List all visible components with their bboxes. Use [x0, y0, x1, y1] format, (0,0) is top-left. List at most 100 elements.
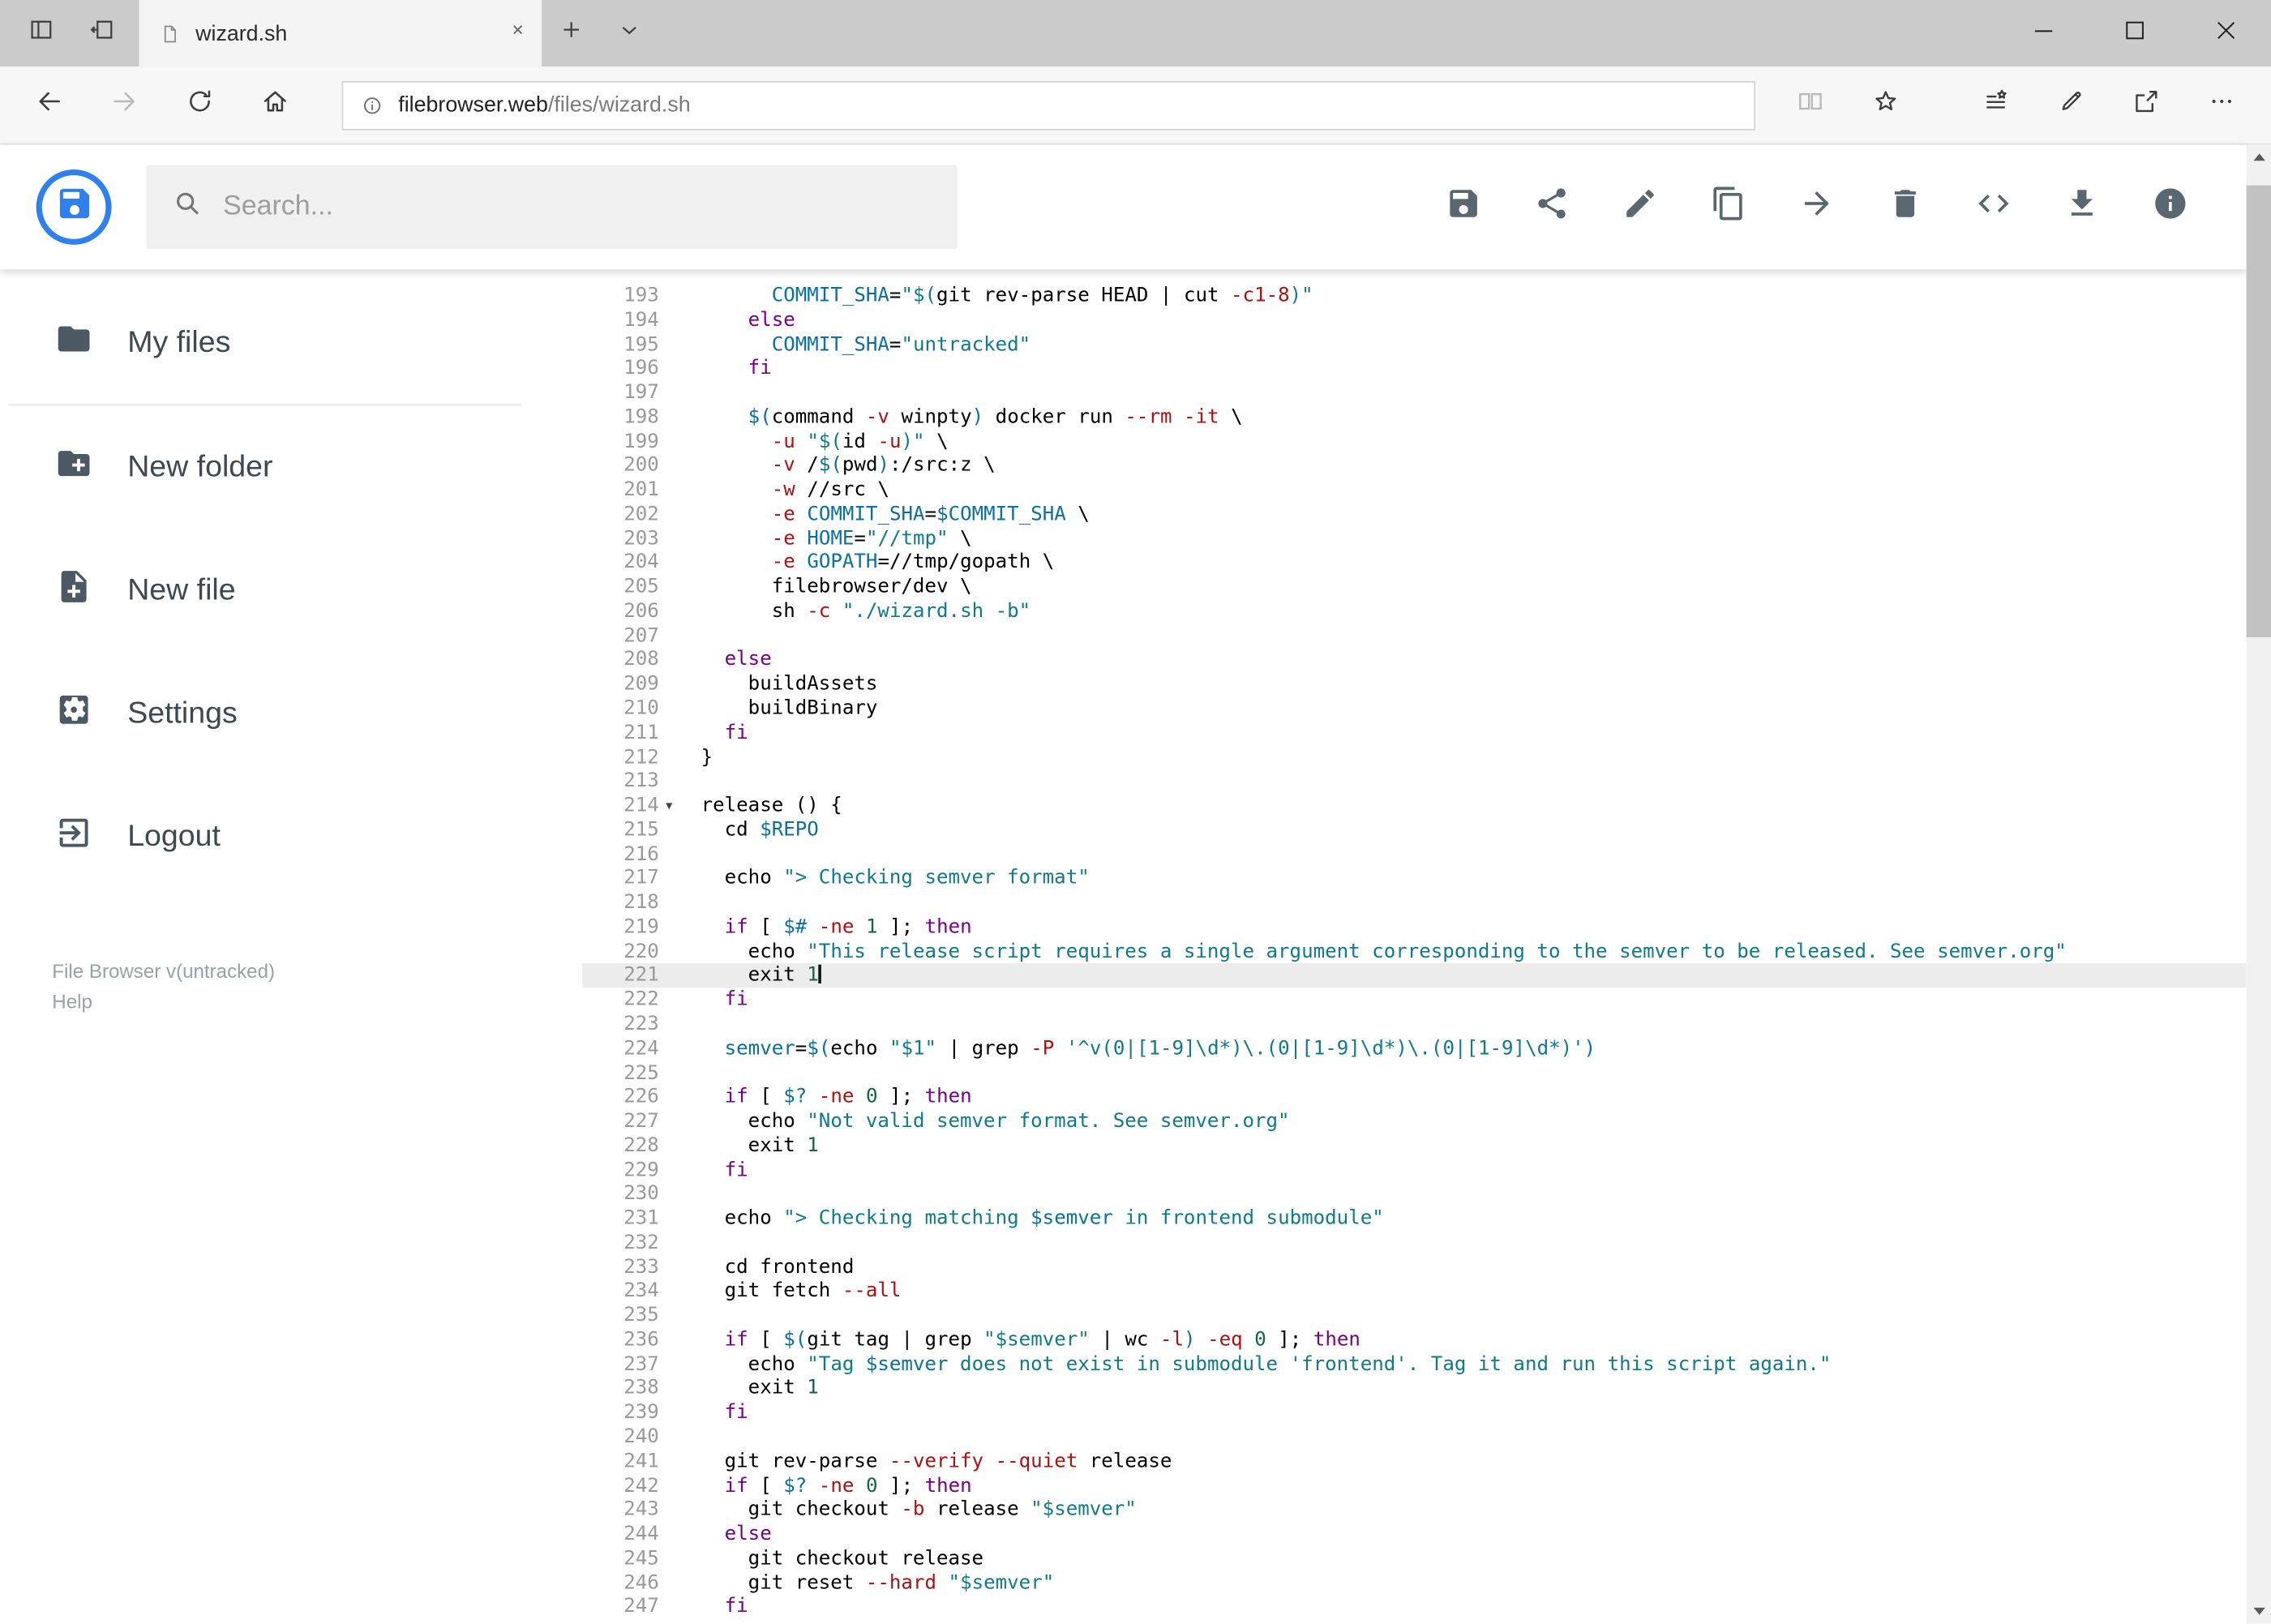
code-line[interactable]: 212} — [582, 745, 2247, 769]
code-line[interactable]: 199 -u "$(id -u)" \ — [582, 430, 2247, 454]
code-line[interactable]: 226 if [ $? -ne 0 ]; then — [582, 1085, 2247, 1109]
rename-button[interactable] — [1596, 164, 1685, 251]
sidebar-item-new-file[interactable]: New file — [0, 529, 582, 652]
help-link[interactable]: Help — [52, 987, 582, 1018]
app-logo[interactable] — [36, 169, 112, 245]
code-line[interactable]: 219 if [ $# -ne 1 ]; then — [582, 915, 2247, 940]
delete-button[interactable] — [1861, 164, 1949, 251]
code-line[interactable]: 214 ▾ release () { — [582, 794, 2247, 818]
refresh-button[interactable] — [162, 66, 238, 144]
code-line[interactable]: 227 echo "Not valid semver format. See s… — [582, 1109, 2247, 1133]
code-line[interactable]: 207 — [582, 623, 2247, 648]
code-line[interactable]: 200 -v /$(pwd):/src:z \ — [582, 454, 2247, 478]
sidebar-item-logout[interactable]: Logout — [0, 775, 582, 898]
code-line[interactable]: 197 — [582, 381, 2247, 405]
sidebar-item-my-files[interactable]: My files — [0, 281, 582, 405]
code-line[interactable]: 208 else — [582, 648, 2247, 672]
code-line[interactable]: 201 -w //src \ — [582, 478, 2247, 503]
hub-button[interactable] — [1958, 66, 2033, 144]
code-line[interactable]: 213 — [582, 769, 2247, 794]
code-line[interactable]: 210 buildBinary — [582, 696, 2247, 721]
close-window-button[interactable] — [2179, 0, 2271, 66]
code-line[interactable]: 242 if [ $? -ne 0 ]; then — [582, 1474, 2247, 1498]
address-bar[interactable]: filebrowser.web/files/wizard.sh — [341, 80, 1756, 130]
code-line[interactable]: 232 — [582, 1231, 2247, 1255]
code-line[interactable]: 231 echo "> Checking matching $semver in… — [582, 1206, 2247, 1231]
sidebar-item-settings[interactable]: Settings — [0, 652, 582, 775]
code-line[interactable]: 220 echo "This release script requires a… — [582, 940, 2247, 964]
code-line[interactable]: 196 fi — [582, 357, 2247, 381]
raw-code-button[interactable] — [1949, 164, 2037, 251]
copy-button[interactable] — [1685, 164, 1773, 251]
code-line[interactable]: 202 -e COMMIT_SHA=$COMMIT_SHA \ — [582, 503, 2247, 527]
info-button[interactable] — [2126, 164, 2214, 251]
share-page-button[interactable] — [2109, 66, 2184, 144]
code-line[interactable]: 247 fi — [582, 1595, 2247, 1619]
scrollbar[interactable] — [2246, 144, 2271, 1624]
scroll-up-button[interactable] — [2247, 145, 2271, 169]
scroll-thumb[interactable] — [2246, 185, 2271, 637]
code-line[interactable]: 236 if [ $(git tag | grep "$semver" | wc… — [582, 1328, 2247, 1352]
search-box[interactable] — [146, 165, 958, 250]
new-tab-button[interactable] — [542, 0, 599, 66]
site-info-icon[interactable] — [361, 93, 384, 117]
code-line[interactable]: 233 cd frontend — [582, 1255, 2247, 1279]
code-line[interactable]: 230 — [582, 1182, 2247, 1206]
code-line[interactable]: 203 -e HOME="//tmp" \ — [582, 527, 2247, 551]
set-tabs-aside-button[interactable] — [72, 0, 130, 66]
code-line[interactable]: 194 else — [582, 308, 2247, 332]
code-line[interactable]: 215 cd $REPO — [582, 818, 2247, 842]
annotate-button[interactable] — [2033, 66, 2109, 144]
forward-button[interactable] — [87, 66, 162, 144]
code-line[interactable]: 240 — [582, 1425, 2247, 1450]
code-line[interactable]: 244 else — [582, 1523, 2247, 1547]
code-line[interactable]: 195 COMMIT_SHA="untracked" — [582, 332, 2247, 357]
code-line[interactable]: 235 — [582, 1304, 2247, 1328]
reading-view-button[interactable] — [1772, 66, 1848, 144]
code-line[interactable]: 211 fi — [582, 721, 2247, 745]
code-line[interactable]: 243 git checkout -b release "$semver" — [582, 1498, 2247, 1523]
code-line[interactable]: 218 — [582, 891, 2247, 915]
code-line[interactable]: 206 sh -c "./wizard.sh -b" — [582, 599, 2247, 623]
more-options-button[interactable] — [2184, 66, 2260, 144]
back-button[interactable] — [11, 66, 87, 144]
home-button[interactable] — [238, 66, 313, 144]
code-line[interactable]: 225 — [582, 1061, 2247, 1086]
save-button[interactable] — [1420, 164, 1508, 251]
code-line[interactable]: 239 fi — [582, 1401, 2247, 1425]
scroll-down-button[interactable] — [2247, 1599, 2271, 1623]
search-input[interactable] — [223, 191, 932, 224]
code-line[interactable]: 224 semver=$(echo "$1" | grep -P '^v(0|[… — [582, 1037, 2247, 1061]
minimize-button[interactable] — [1997, 0, 2089, 66]
code-line[interactable]: 193 COMMIT_SHA="$(git rev-parse HEAD | c… — [582, 284, 2247, 308]
code-line[interactable]: 204 -e GOPATH=//tmp/gopath \ — [582, 551, 2247, 576]
code-line[interactable]: 245 git checkout release — [582, 1546, 2247, 1570]
browser-tab[interactable]: wizard.sh — [139, 0, 542, 67]
code-line[interactable]: 234 git fetch --all — [582, 1279, 2247, 1304]
code-line[interactable]: 223 — [582, 1013, 2247, 1037]
code-line[interactable]: 205 filebrowser/dev \ — [582, 576, 2247, 600]
maximize-button[interactable] — [2089, 0, 2180, 66]
code-line[interactable]: 198 $(command -v winpty) docker run --rm… — [582, 405, 2247, 430]
code-line[interactable]: 228 exit 1 — [582, 1133, 2247, 1158]
code-line[interactable]: 216 — [582, 842, 2247, 867]
sidebar-item-new-folder[interactable]: New folder — [0, 405, 582, 529]
code-line[interactable]: 241 git rev-parse --verify --quiet relea… — [582, 1450, 2247, 1474]
code-line[interactable]: 217 echo "> Checking semver format" — [582, 867, 2247, 891]
tab-close-button[interactable] — [508, 20, 527, 46]
code-line[interactable]: 237 echo "Tag $semver does not exist in … — [582, 1352, 2247, 1377]
code-line[interactable]: 209 buildAssets — [582, 672, 2247, 696]
code-line[interactable]: 238 exit 1 — [582, 1377, 2247, 1401]
tab-preview-chevron-button[interactable] — [600, 0, 658, 66]
share-button[interactable] — [1508, 164, 1596, 251]
tabs-aside-button[interactable] — [11, 0, 69, 66]
code-line[interactable]: 229 fi — [582, 1158, 2247, 1182]
code-line[interactable]: 222 fi — [582, 988, 2247, 1013]
download-button[interactable] — [2037, 164, 2126, 251]
code-line[interactable]: 246 git reset --hard "$semver" — [582, 1570, 2247, 1595]
code-line[interactable]: 221 exit 1 — [582, 963, 2247, 988]
move-button[interactable] — [1772, 164, 1861, 251]
fold-marker-icon[interactable]: ▾ — [659, 794, 679, 818]
code-editor[interactable]: 193 COMMIT_SHA="$(git rev-parse HEAD | c… — [582, 269, 2247, 1624]
favorite-star-button[interactable] — [1848, 66, 1923, 144]
